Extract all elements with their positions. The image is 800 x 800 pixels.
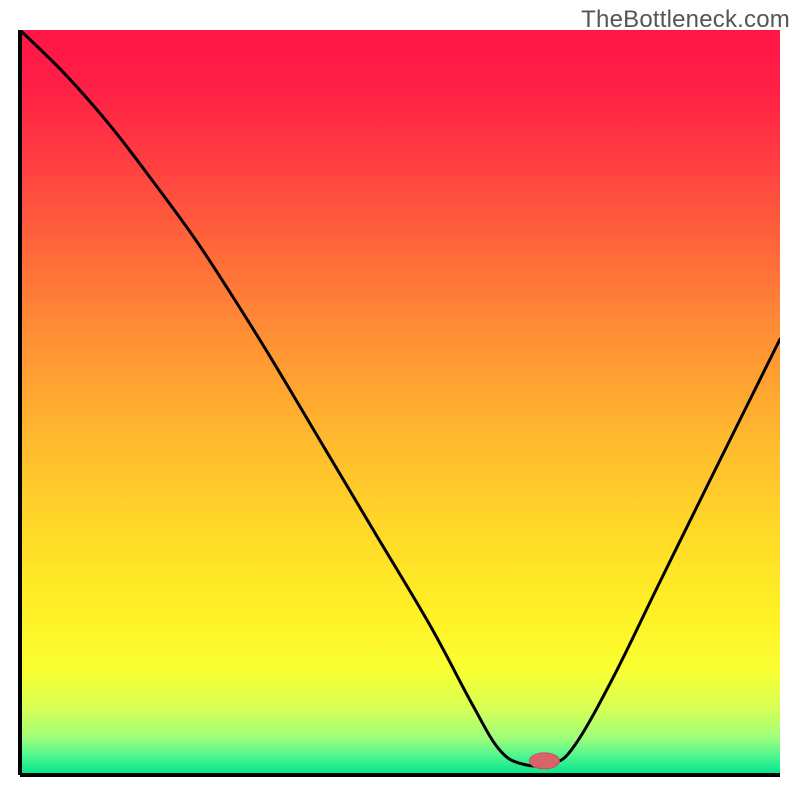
watermark-text: TheBottleneck.com: [581, 6, 790, 34]
chart-svg: [0, 0, 800, 800]
plot-background: [20, 30, 780, 775]
chart-container: TheBottleneck.com: [0, 0, 800, 800]
optimal-marker: [529, 753, 559, 769]
